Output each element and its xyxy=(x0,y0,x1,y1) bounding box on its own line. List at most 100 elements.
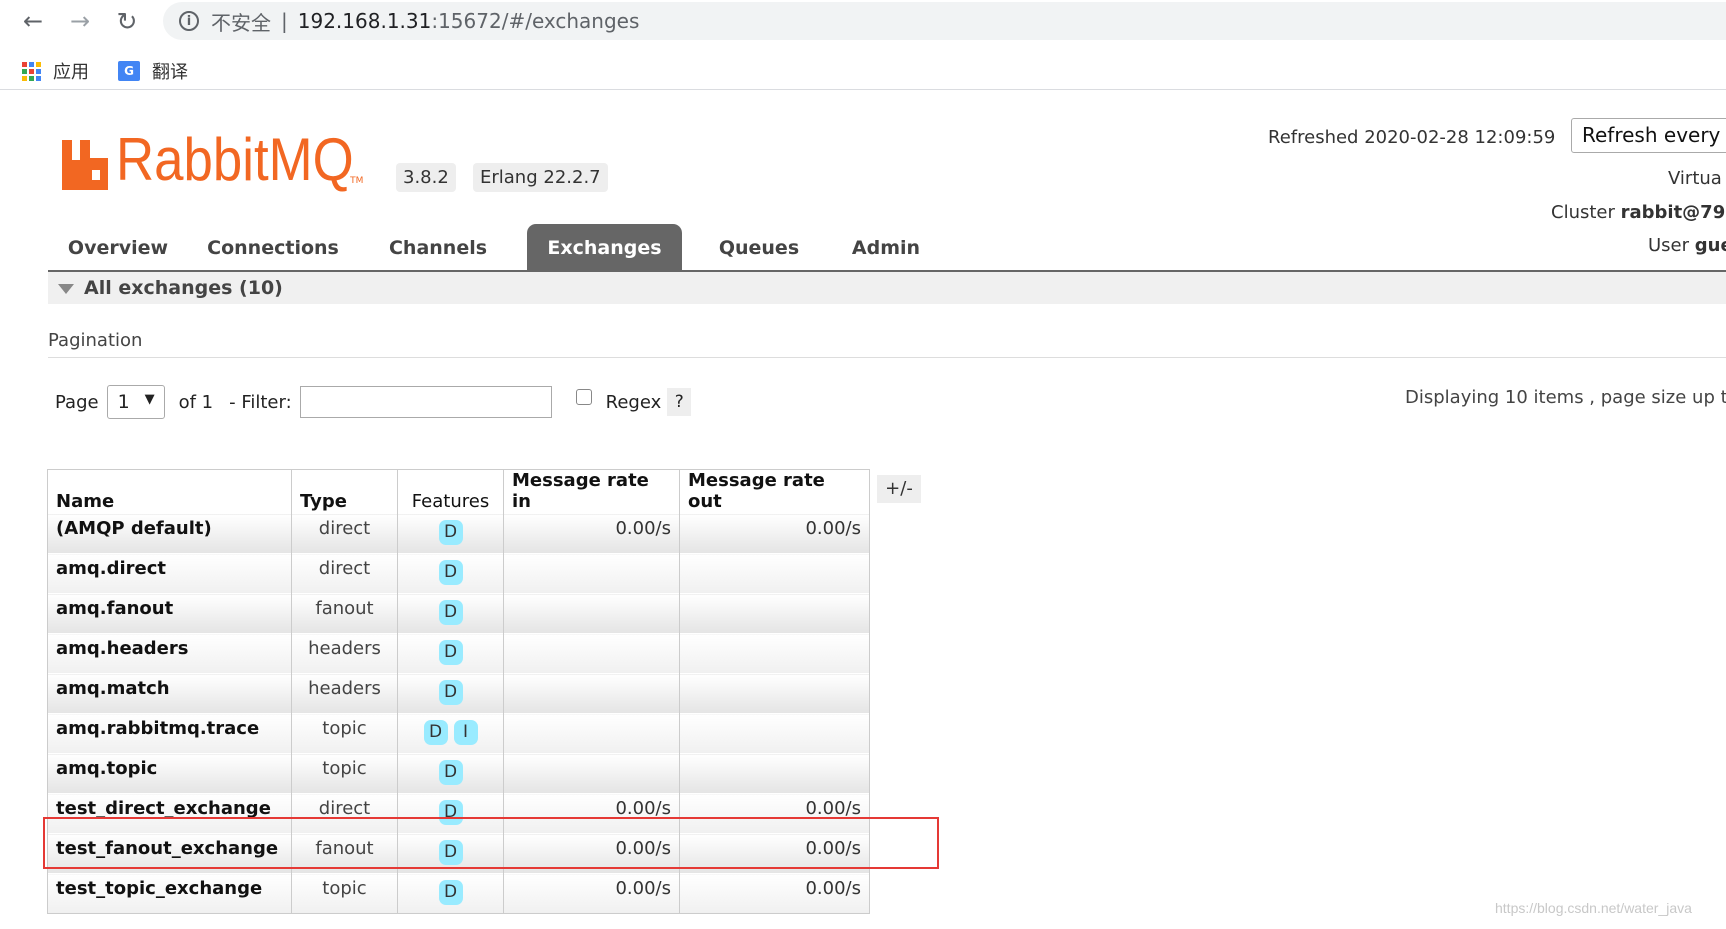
message-rate-in xyxy=(503,753,680,794)
feature-badge: D xyxy=(438,640,463,665)
rabbitmq-logo[interactable]: RabbitMQ TM xyxy=(62,128,363,190)
exchange-type: headers xyxy=(291,673,398,714)
feature-badge: D xyxy=(438,840,463,865)
exchange-type: direct xyxy=(291,513,398,554)
bookmark-translate[interactable]: G 翻译 xyxy=(118,58,188,84)
exchange-name-link[interactable]: test_direct_exchange xyxy=(47,793,292,834)
exchange-features: D xyxy=(397,633,504,674)
exchange-name-link[interactable]: amq.rabbitmq.trace xyxy=(47,713,292,754)
exchange-features: DI xyxy=(397,713,504,754)
exchange-name-link[interactable]: amq.headers xyxy=(47,633,292,674)
exchange-name-link[interactable]: test_topic_exchange xyxy=(47,873,292,914)
message-rate-in xyxy=(503,553,680,594)
exchange-name-link[interactable]: test_fanout_exchange xyxy=(47,833,292,874)
exchange-features: D xyxy=(397,753,504,794)
info-icon[interactable]: i xyxy=(179,11,199,31)
feature-badge: D xyxy=(438,600,463,625)
table-row[interactable]: amq.direct direct D xyxy=(47,553,870,594)
exchange-type: topic xyxy=(291,873,398,914)
tab-exchanges[interactable]: Exchanges xyxy=(527,224,682,270)
bookmark-label: 翻译 xyxy=(152,62,188,83)
exchange-features: D xyxy=(397,593,504,634)
filter-input[interactable] xyxy=(299,386,552,418)
url-path: :15672/#/exchanges xyxy=(431,9,640,33)
table-row[interactable]: amq.match headers D xyxy=(47,673,870,714)
regex-help-button[interactable]: ? xyxy=(667,388,692,416)
message-rate-in xyxy=(503,593,680,634)
pagination-controls: Page 1 ▼ of 1 - Filter: Regex ? xyxy=(55,384,692,420)
section-title: All exchanges (10) xyxy=(84,277,283,299)
message-rate-in xyxy=(503,713,680,754)
message-rate-in: 0.00/s xyxy=(503,833,680,874)
refreshed-timestamp: Refreshed 2020-02-28 12:09:59 xyxy=(1268,127,1556,148)
message-rate-in: 0.00/s xyxy=(503,793,680,834)
feature-badge: D xyxy=(438,560,463,585)
table-row[interactable]: (AMQP default) direct D 0.00/s 0.00/s xyxy=(47,513,870,554)
refresh-interval-select[interactable]: Refresh every 5 xyxy=(1571,118,1726,153)
rabbitmq-version-badge: 3.8.2 xyxy=(396,163,456,192)
table-row[interactable]: test_direct_exchange direct D 0.00/s 0.00/s xyxy=(47,793,870,834)
exchange-features: D xyxy=(397,793,504,834)
table-row[interactable]: test_fanout_exchange fanout D 0.00/s 0.00/s xyxy=(47,833,870,874)
table-row[interactable]: amq.fanout fanout D xyxy=(47,593,870,634)
message-rate-in xyxy=(503,633,680,674)
cluster-prefix: Cluster xyxy=(1551,202,1621,223)
message-rate-in xyxy=(503,673,680,714)
exchange-features: D xyxy=(397,873,504,914)
message-rate-out xyxy=(679,553,870,594)
filter-label: - Filter: xyxy=(229,391,292,413)
column-header-rate-in[interactable]: Message rate in xyxy=(503,469,680,514)
feature-badge: D xyxy=(438,800,463,825)
page-select[interactable]: 1 ▼ xyxy=(106,385,165,419)
table-row[interactable]: test_topic_exchange topic D 0.00/s 0.00/s xyxy=(47,873,870,914)
table-row[interactable]: amq.topic topic D xyxy=(47,753,870,794)
exchange-type: fanout xyxy=(291,593,398,634)
exchange-name-link[interactable]: amq.fanout xyxy=(47,593,292,634)
tab-connections[interactable]: Connections xyxy=(198,224,348,270)
cluster-label: Cluster rabbit@79 xyxy=(1551,202,1725,223)
exchange-type: direct xyxy=(291,793,398,834)
exchange-name-link[interactable]: amq.match xyxy=(47,673,292,714)
column-header-features: Features xyxy=(397,469,504,514)
exchange-name-link[interactable]: amq.direct xyxy=(47,553,292,594)
message-rate-out xyxy=(679,673,870,714)
exchange-features: D xyxy=(397,833,504,874)
exchanges-table: Name Type Features Message rate in Messa… xyxy=(47,469,870,914)
message-rate-in: 0.00/s xyxy=(503,513,680,554)
exchange-features: D xyxy=(397,553,504,594)
bookmark-apps[interactable]: 应用 xyxy=(22,58,89,84)
bookmark-bar: 应用 G 翻译 xyxy=(0,50,1726,90)
columns-toggle-button[interactable]: +/- xyxy=(877,475,921,503)
bookmark-label: 应用 xyxy=(53,62,89,83)
page-label: Page xyxy=(55,391,99,413)
main-tabs: Overview Connections Channels Exchanges … xyxy=(48,224,1726,272)
exchange-type: topic xyxy=(291,713,398,754)
message-rate-in: 0.00/s xyxy=(503,873,680,914)
feature-badge: D xyxy=(438,520,463,545)
tab-admin[interactable]: Admin xyxy=(836,224,936,270)
logo-text: RabbitMQ xyxy=(116,126,354,193)
tab-overview[interactable]: Overview xyxy=(58,224,178,270)
address-separator: | xyxy=(281,9,288,33)
rabbitmq-logo-icon xyxy=(62,140,108,190)
exchange-features: D xyxy=(397,513,504,554)
back-arrow-icon[interactable]: ← xyxy=(18,6,48,36)
feature-badge: D xyxy=(438,880,463,905)
column-header-type[interactable]: Type xyxy=(291,469,398,514)
tab-queues[interactable]: Queues xyxy=(703,224,815,270)
reload-icon[interactable]: ↻ xyxy=(112,6,142,36)
forward-arrow-icon[interactable]: → xyxy=(65,6,95,36)
address-bar[interactable]: i 不安全 | 192.168.1.31:15672/#/exchanges xyxy=(163,2,1726,40)
virtual-host-label[interactable]: Virtua xyxy=(1668,168,1722,189)
tab-channels[interactable]: Channels xyxy=(373,224,503,270)
regex-checkbox[interactable] xyxy=(575,389,592,405)
exchange-name-link[interactable]: amq.topic xyxy=(47,753,292,794)
exchange-name-link[interactable]: (AMQP default) xyxy=(47,513,292,554)
page-count-label: of 1 xyxy=(178,391,214,413)
column-header-name[interactable]: Name xyxy=(47,469,292,514)
section-toggle-all-exchanges[interactable]: All exchanges (10) xyxy=(48,272,1726,304)
column-header-rate-out[interactable]: Message rate out xyxy=(679,469,870,514)
erlang-version-badge: Erlang 22.2.7 xyxy=(473,163,608,192)
table-row[interactable]: amq.headers headers D xyxy=(47,633,870,674)
table-row[interactable]: amq.rabbitmq.trace topic D I xyxy=(47,713,870,754)
